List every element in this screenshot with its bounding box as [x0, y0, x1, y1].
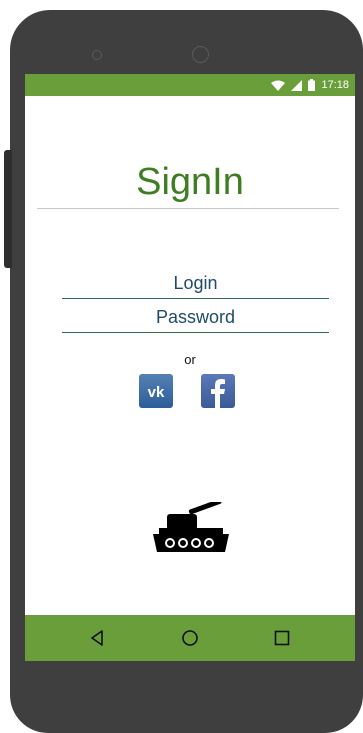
login-field[interactable]: [62, 268, 329, 299]
front-camera-icon: [192, 46, 209, 63]
status-icons: 17:18: [271, 78, 349, 92]
vk-icon: vk: [148, 384, 165, 401]
tank-icon: [153, 502, 229, 552]
recent-apps-icon[interactable]: [271, 627, 293, 649]
title-divider: [37, 208, 339, 209]
vk-login-button[interactable]: vk: [139, 374, 173, 408]
facebook-login-button[interactable]: [201, 374, 235, 408]
wifi-icon: [271, 80, 286, 91]
side-button: [4, 150, 12, 268]
password-field[interactable]: [62, 302, 329, 333]
status-time: 17:18: [321, 79, 349, 91]
back-icon[interactable]: [87, 627, 109, 649]
page-title: SignIn: [136, 161, 244, 203]
battery-icon: [308, 79, 316, 91]
or-separator: or: [184, 352, 196, 367]
facebook-icon: [211, 379, 225, 408]
navigation-bar: [25, 615, 355, 661]
sensor-icon: [92, 50, 102, 60]
status-bar: 17:18: [25, 74, 355, 96]
svg-text:vk: vk: [148, 384, 165, 401]
app-screen: 17:18 SignIn or vk: [25, 74, 355, 661]
signal-icon: [291, 79, 303, 91]
home-icon[interactable]: [179, 627, 201, 649]
